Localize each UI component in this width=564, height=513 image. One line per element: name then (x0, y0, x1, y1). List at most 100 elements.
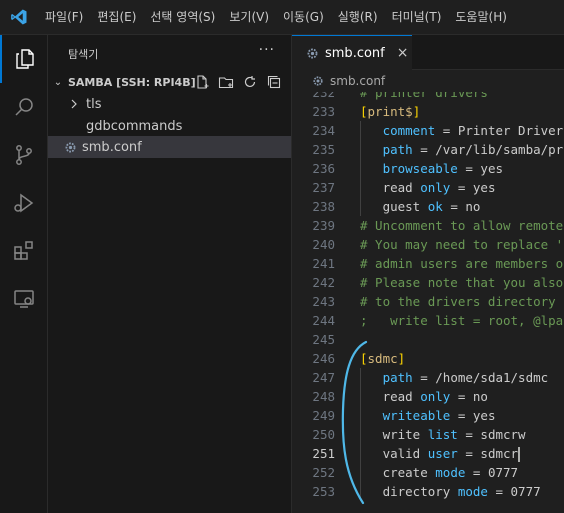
line-number: 234 (312, 123, 335, 138)
line-text: # to the drivers directory (360, 294, 556, 309)
line-text: write list = sdmcrw (360, 427, 526, 442)
code-line: 245 (292, 330, 564, 349)
line-text: # You may need to replace 'lpadmin' (360, 237, 564, 252)
collapse-all-icon[interactable] (265, 73, 283, 91)
line-text: read only = no (360, 389, 488, 404)
activity-bar (0, 35, 48, 513)
tree-item-tls[interactable]: tls (48, 93, 291, 115)
line-number: 236 (312, 161, 335, 176)
gear-icon (306, 47, 319, 60)
line-number: 238 (312, 199, 335, 214)
line-number: 246 (312, 351, 335, 366)
menu-item[interactable]: 실행(R) (331, 0, 385, 35)
vscode-logo-icon (0, 0, 38, 35)
close-icon[interactable]: × (397, 45, 409, 61)
run-debug-icon[interactable] (0, 179, 48, 227)
line-number: 241 (312, 256, 335, 271)
menu-item[interactable]: 터미널(T) (385, 0, 449, 35)
line-text: # admin users are members of (360, 256, 564, 271)
code-line: 241 # admin users are members of (292, 254, 564, 273)
text-cursor (518, 447, 520, 462)
code-line: 249 writeable = yes (292, 406, 564, 425)
chevron-right-icon (66, 99, 82, 109)
gear-icon (312, 75, 324, 87)
line-text: path = /var/lib/samba/printers (382, 142, 564, 157)
menu-item[interactable]: 선택 영역(S) (143, 0, 222, 35)
explorer-icon[interactable] (0, 35, 48, 83)
source-control-icon[interactable] (0, 131, 48, 179)
code-editor[interactable]: 232 # printer drivers 233 [print$] 234 comme… (292, 92, 564, 513)
code-line: 253 directory mode = 0777 (292, 482, 564, 501)
new-file-icon[interactable] (193, 73, 211, 91)
code-line: 239 # Uncomment to allow remote administr… (292, 216, 564, 235)
new-folder-icon[interactable] (217, 73, 235, 91)
menu-item[interactable]: 편집(E) (90, 0, 143, 35)
chevron-down-icon: ⌄ (53, 76, 63, 88)
code-line: 244 ; write list = root, @lpadmin (292, 311, 564, 330)
line-number: 249 (312, 408, 335, 423)
tree-item-smb-conf[interactable]: smb.conf (48, 136, 291, 158)
remote-explorer-icon[interactable] (0, 275, 48, 323)
line-number: 250 (312, 427, 335, 442)
line-number: 247 (312, 370, 335, 385)
line-number: 243 (312, 294, 335, 309)
indent-guide (360, 368, 361, 501)
workspace-name: SAMBA [SSH: RPI4B] (68, 75, 196, 89)
code-line: 251 valid user = sdmcr (292, 444, 564, 463)
code-line: 247 path = /home/sda1/sdmc (292, 368, 564, 387)
line-number: 245 (312, 332, 335, 347)
line-text: path = /home/sda1/sdmc (382, 370, 549, 385)
tab-bar: smb.conf × (292, 35, 564, 70)
code-line: 234 comment = Printer Drivers (292, 121, 564, 140)
tab-label: smb.conf (325, 45, 385, 61)
refresh-icon[interactable] (241, 73, 259, 91)
tree-item-gdbcommands[interactable]: gdbcommands (48, 115, 291, 137)
line-number: 240 (312, 237, 335, 252)
line-text: [print$] (360, 104, 421, 119)
line-number: 242 (312, 275, 335, 290)
line-text: read only = yes (360, 180, 496, 195)
search-icon[interactable] (0, 83, 48, 131)
line-number: 232 (312, 92, 335, 100)
line-text: browseable = yes (382, 161, 503, 176)
menu-item[interactable]: 파일(F) (38, 0, 90, 35)
line-number: 235 (312, 142, 335, 157)
tree-item-label: smb.conf (82, 139, 142, 155)
code-line: 252 create mode = 0777 (292, 463, 564, 482)
line-number: 239 (312, 218, 335, 233)
editor-area: smb.conf × smb.conf 232 # printer drivers… (292, 35, 564, 513)
line-text: # Uncomment to allow remote administrati… (360, 218, 564, 233)
gear-icon (62, 141, 78, 154)
line-number: 233 (312, 104, 335, 119)
tree-item-label: tls (86, 96, 102, 112)
tab-smb-conf[interactable]: smb.conf × (292, 35, 412, 70)
line-number: 252 (312, 465, 335, 480)
code-line: 236 browseable = yes (292, 159, 564, 178)
code-line: 232 # printer drivers (292, 92, 564, 102)
extensions-icon[interactable] (0, 227, 48, 275)
more-actions-icon[interactable]: ··· (259, 42, 275, 58)
code-line: 235 path = /var/lib/samba/printers (292, 140, 564, 159)
line-text: comment = Printer Drivers (382, 123, 564, 138)
indent-guide (360, 121, 361, 216)
menu-item[interactable]: 이동(G) (276, 0, 331, 35)
code-line: 246 [sdmc] (292, 349, 564, 368)
code-line: 250 write list = sdmcrw (292, 425, 564, 444)
code-line: 240 # You may need to replace 'lpadmin' (292, 235, 564, 254)
line-text: guest ok = no (360, 199, 481, 214)
line-number: 251 (312, 446, 335, 461)
code-line: 243 # to the drivers directory (292, 292, 564, 311)
menu-bar: 파일(F) 편집(E) 선택 영역(S) 보기(V) 이동(G) 실행(R) 터미널(T) 도… (0, 0, 564, 35)
breadcrumb[interactable]: smb.conf (292, 70, 564, 92)
explorer-sidebar: 탐색기 ··· ⌄ SAMBA [SSH: RPI4B] tls gdbcomm… (48, 35, 292, 513)
line-text: directory mode = 0777 (360, 484, 541, 499)
line-text: create mode = 0777 (360, 465, 519, 480)
line-number: 253 (312, 484, 335, 499)
menu-item[interactable]: 보기(V) (222, 0, 276, 35)
menu-item[interactable]: 도움말(H) (448, 0, 514, 35)
sidebar-title: 탐색기 (68, 48, 99, 61)
line-text: writeable = yes (382, 408, 496, 423)
breadcrumb-file: smb.conf (330, 74, 386, 88)
line-number: 244 (312, 313, 335, 328)
line-text: [sdmc] (360, 351, 406, 366)
